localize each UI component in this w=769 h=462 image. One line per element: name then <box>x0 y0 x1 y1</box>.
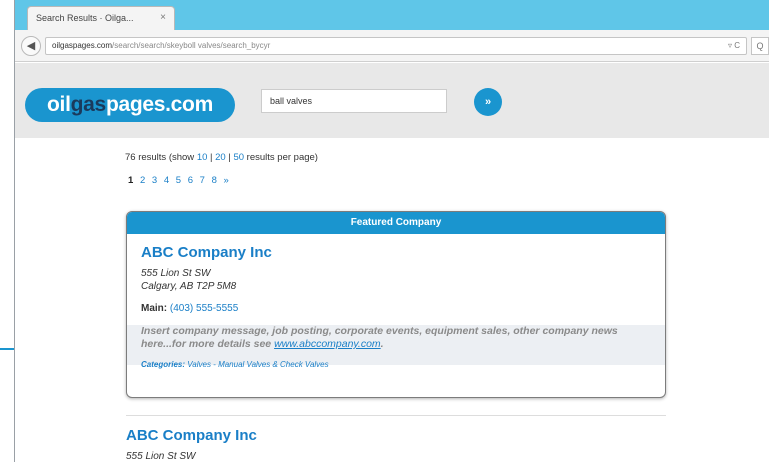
address-bar[interactable]: oilgaspages.com/search/search/skeyboll v… <box>45 37 747 55</box>
per-page-20-link[interactable]: 20 <box>215 152 226 163</box>
tab-strip: Search Results · Oilga... × <box>15 0 769 30</box>
back-arrow-icon: ◀ <box>26 40 36 52</box>
address-line-1: 555 Lion St SW <box>141 268 211 279</box>
results-summary: 76 results (show 10 | 20 | 50 results pe… <box>125 152 318 163</box>
featured-company-name[interactable]: ABC Company Inc <box>141 244 651 261</box>
result-company-name[interactable]: ABC Company Inc <box>126 427 257 444</box>
browser-window: Search Results · Oilga... × ◀ oilgaspage… <box>14 0 769 462</box>
site-header: oilgaspages.com » <box>15 63 769 138</box>
screenshot-stage: Search Results · Oilga... × ◀ oilgaspage… <box>0 0 769 462</box>
page-6-link[interactable]: 6 <box>188 175 193 186</box>
phone-link[interactable]: (403) 555-5555 <box>170 303 238 314</box>
featured-header: Featured Company <box>127 212 665 234</box>
featured-message: Insert company message, job posting, cor… <box>141 325 651 351</box>
categories-label: Categories: <box>141 360 186 369</box>
search-go-icon: » <box>484 96 492 108</box>
url-path: /search/search/skeyboll valves/search_by… <box>112 41 271 50</box>
featured-phone: Main: (403) 555-5555 <box>141 303 651 314</box>
results-count: 76 results (show <box>125 152 197 163</box>
per-page-sep: | <box>207 152 216 163</box>
featured-body: ABC Company Inc 555 Lion St SW Calgary, … <box>127 234 665 379</box>
logo-text-pages: pages.com <box>105 93 213 116</box>
reload-icon[interactable]: ▿ C <box>728 41 740 50</box>
results-per-page-label: results per page) <box>244 152 318 163</box>
featured-company-card: Featured Company ABC Company Inc 555 Lio… <box>126 211 666 398</box>
search-input[interactable] <box>261 89 447 113</box>
featured-categories: Categories: Valves - Manual Valves & Che… <box>141 360 651 369</box>
next-page-link[interactable]: » <box>224 175 229 186</box>
company-website-link[interactable]: www.abccompany.com <box>274 338 381 350</box>
address-line-2: Calgary, AB T2P 5M8 <box>141 281 237 292</box>
per-page-10-link[interactable]: 10 <box>197 152 208 163</box>
page-8-link[interactable]: 8 <box>212 175 217 186</box>
url-host: oilgaspages.com <box>52 41 113 50</box>
result-address: 555 Lion St SW <box>126 451 196 462</box>
navigation-bar: ◀ oilgaspages.com/search/search/skeyboll… <box>15 30 769 62</box>
page-1-current: 1 <box>128 175 134 186</box>
tab-close-icon[interactable]: × <box>160 12 166 23</box>
page-5-link[interactable]: 5 <box>176 175 181 186</box>
page-4-link[interactable]: 4 <box>164 175 169 186</box>
site-logo[interactable]: oilgaspages.com <box>25 88 235 122</box>
categories-link[interactable]: Valves - Manual Valves & Check Valves <box>185 360 328 369</box>
browser-tab[interactable]: Search Results · Oilga... × <box>27 6 175 30</box>
page-3-link[interactable]: 3 <box>152 175 157 186</box>
page-2-link[interactable]: 2 <box>140 175 145 186</box>
phone-label: Main: <box>141 303 168 314</box>
page-7-link[interactable]: 7 <box>200 175 205 186</box>
featured-address: 555 Lion St SW Calgary, AB T2P 5M8 <box>141 267 651 293</box>
logo-text-oil: oil <box>47 93 71 116</box>
pagination: 1 2 3 4 5 6 7 8 » <box>128 175 233 186</box>
message-end: . <box>380 338 384 350</box>
per-page-50-link[interactable]: 50 <box>233 152 244 163</box>
search-icon[interactable]: Q <box>751 37 769 55</box>
tab-title: Search Results · Oilga... <box>36 13 134 23</box>
back-button[interactable]: ◀ <box>21 36 41 56</box>
result-divider <box>126 415 666 416</box>
logo-text-gas: gas <box>70 93 107 116</box>
search-submit-button[interactable]: » <box>474 88 502 116</box>
